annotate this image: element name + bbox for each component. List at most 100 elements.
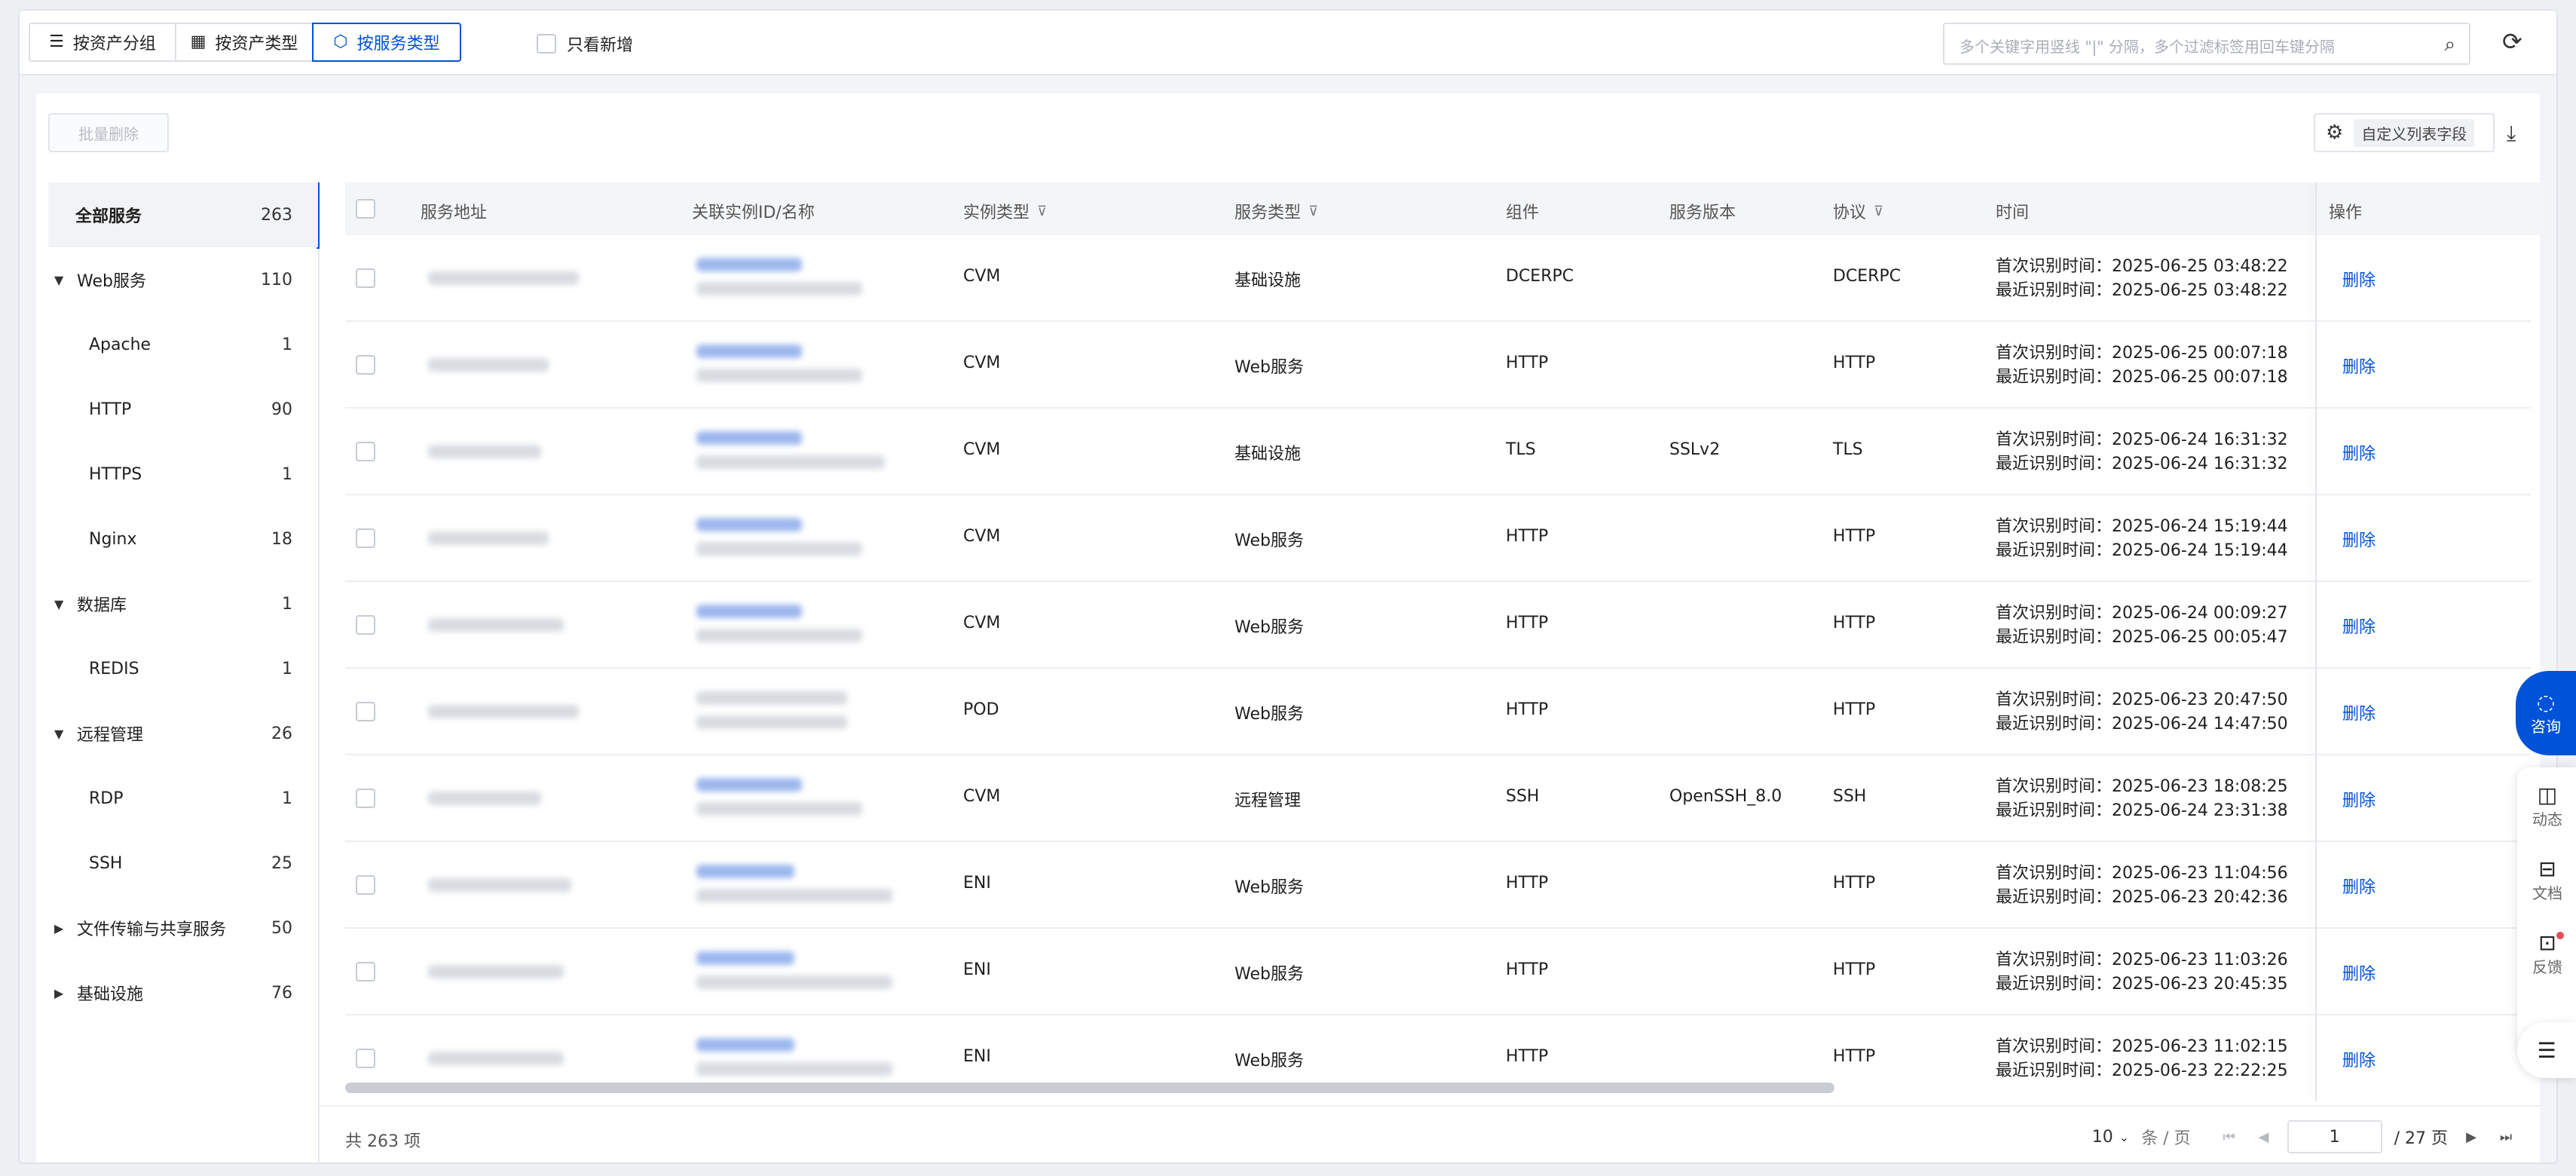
time-cell: 首次识别时间：2025-06-24 16:31:32 最近识别时间：2025-06… [1996, 428, 2288, 476]
instance-type: CVM [963, 354, 1001, 372]
tab-by-asset-group[interactable]: ☰ 按资产分组 [29, 23, 176, 62]
row-checkbox[interactable] [356, 789, 375, 808]
row-checkbox[interactable] [356, 615, 375, 635]
consult-button[interactable]: ◌ 咨询 [2516, 671, 2576, 755]
sidebar-item-nginx[interactable]: Nginx 18 [48, 507, 318, 571]
redacted-instance-id[interactable] [696, 518, 802, 531]
service-type: Web服务 [1234, 358, 1304, 377]
sidebar-item-ssh[interactable]: SSH 25 [48, 831, 318, 896]
download-icon[interactable]: ⤓ [2507, 121, 2516, 146]
sidebar-item-all-services[interactable]: 全部服务 263 [48, 182, 318, 247]
sidebar-item-infrastructure[interactable]: ▶ 基础设施 76 [48, 960, 318, 1025]
redacted-instance-name [696, 629, 862, 642]
row-checkbox[interactable] [356, 268, 375, 288]
sidebar-item-https[interactable]: HTTPS 1 [48, 442, 318, 507]
redacted-address [428, 792, 541, 805]
row-checkbox[interactable] [356, 702, 375, 721]
delete-link[interactable]: 删除 [2342, 354, 2376, 378]
current-page: 1 [2329, 1127, 2340, 1147]
sidebar-item-web-services[interactable]: ▼ Web服务 110 [48, 247, 318, 312]
redacted-instance-id[interactable] [696, 865, 794, 878]
protocol: SSH [1833, 787, 1867, 806]
tab-by-service-type[interactable]: ⬡ 按服务类型 [312, 23, 461, 62]
row-checkbox[interactable] [356, 962, 375, 982]
delete-link[interactable]: 删除 [2342, 614, 2376, 638]
col-label: 操作 [2329, 204, 2363, 222]
row-checkbox[interactable] [356, 875, 375, 895]
row-checkbox[interactable] [356, 355, 375, 375]
instance-type: ENI [963, 1047, 991, 1066]
filter-icon[interactable]: ⊽ [1037, 204, 1047, 219]
select-all-checkbox-wrap[interactable] [356, 199, 375, 219]
sidebar-item-count: 50 [271, 918, 292, 938]
sidebar-item-remote-management[interactable]: ▼ 远程管理 26 [48, 701, 318, 766]
redacted-instance-id[interactable] [696, 431, 802, 445]
redacted-instance-id[interactable] [696, 605, 802, 618]
page-size-value: 10 [2091, 1127, 2113, 1147]
content-area: 批量删除 ⚙ 自定义列表字段 ⤓ 全部服务 263 ▼ Web服务 110 Ap… [20, 75, 2556, 1162]
delete-link[interactable]: 删除 [2342, 440, 2376, 464]
select-all-checkbox[interactable] [356, 199, 375, 219]
service-type: Web服务 [1234, 618, 1304, 637]
delete-link[interactable]: 删除 [2342, 874, 2376, 898]
instance-type: CVM [963, 527, 1001, 546]
redacted-instance-id[interactable] [696, 1038, 794, 1052]
expand-down-icon[interactable]: ▼ [54, 273, 63, 287]
sidebar-item-redis[interactable]: REDIS 1 [48, 636, 318, 701]
sidebar-item-database[interactable]: ▼ 数据库 1 [48, 571, 318, 636]
time-cell: 首次识别时间：2025-06-23 11:02:15 最近识别时间：2025-06… [1996, 1035, 2288, 1083]
sidebar-item-count: 25 [271, 853, 292, 873]
delete-link[interactable]: 删除 [2342, 700, 2376, 724]
row-checkbox[interactable] [356, 442, 375, 461]
sidebar-item-rdp[interactable]: RDP 1 [48, 766, 318, 831]
custom-columns-button[interactable]: ⚙ 自定义列表字段 [2314, 113, 2495, 152]
page-size-select[interactable]: 10 ⌄ [2092, 1128, 2129, 1147]
delete-link[interactable]: 删除 [2342, 960, 2376, 985]
component: HTTP [1506, 614, 1549, 632]
refresh-icon[interactable]: ⟳ [2502, 27, 2522, 56]
row-checkbox[interactable] [356, 1049, 375, 1068]
feedback-button[interactable]: ⊡ 反馈 [2517, 930, 2576, 977]
redacted-instance-id[interactable] [696, 951, 794, 965]
redacted-instance-id[interactable] [696, 258, 802, 271]
sidebar-item-file-transfer[interactable]: ▶ 文件传输与共享服务 50 [48, 896, 318, 960]
only-new-checkbox[interactable] [537, 34, 556, 54]
redacted-instance-id[interactable] [696, 778, 802, 792]
redacted-instance-name [696, 975, 892, 989]
news-label: 动态 [2532, 810, 2562, 828]
news-button[interactable]: ◫ 动态 [2517, 782, 2576, 829]
horizontal-scrollbar[interactable] [345, 1083, 1834, 1093]
prev-page-icon[interactable]: ◀ [2253, 1129, 2275, 1145]
expand-down-icon[interactable]: ▼ [54, 597, 63, 611]
search-icon[interactable]: ⌕ [2444, 33, 2455, 57]
expand-right-icon[interactable]: ▶ [54, 921, 63, 936]
more-menu-button[interactable]: ☰ [2517, 1022, 2576, 1078]
redacted-instance-id[interactable] [696, 345, 802, 358]
sidebar-item-count: 263 [261, 205, 292, 225]
filter-icon[interactable]: ⊽ [1308, 204, 1318, 219]
expand-right-icon[interactable]: ▶ [54, 986, 63, 1000]
service-category-sidebar: 全部服务 263 ▼ Web服务 110 Apache 1 HTTP 90 HT… [48, 182, 320, 1162]
first-page-icon[interactable]: ⏮ [2218, 1129, 2241, 1145]
next-page-icon[interactable]: ▶ [2460, 1129, 2483, 1145]
floating-tools-panel: ◫ 动态 ⊟ 文档 ⊡ 反馈 [2517, 767, 2576, 1052]
last-page-icon[interactable]: ⏭ [2495, 1129, 2517, 1145]
col-component: 组件 [1506, 199, 1539, 223]
page-number-input[interactable]: 1 [2287, 1120, 2382, 1153]
redacted-instance-name [696, 715, 847, 729]
row-checkbox[interactable] [356, 528, 375, 548]
expand-down-icon[interactable]: ▼ [54, 727, 63, 741]
sidebar-item-apache[interactable]: Apache 1 [48, 312, 318, 377]
docs-button[interactable]: ⊟ 文档 [2517, 856, 2576, 903]
redacted-address [428, 445, 541, 458]
sidebar-item-http[interactable]: HTTP 90 [48, 377, 318, 442]
delete-link[interactable]: 删除 [2342, 267, 2376, 291]
delete-link[interactable]: 删除 [2342, 1047, 2376, 1071]
tab-by-asset-type[interactable]: ▦ 按资产类型 [175, 23, 314, 62]
delete-link[interactable]: 删除 [2342, 527, 2376, 551]
filter-icon[interactable]: ⊽ [1874, 204, 1883, 219]
batch-delete-button[interactable]: 批量删除 [48, 113, 169, 152]
only-new-toggle[interactable]: 只看新增 [537, 32, 633, 56]
search-input[interactable]: 多个关键字用竖线 "|" 分隔，多个过滤标签用回车键分隔 ⌕ [1943, 23, 2470, 65]
delete-link[interactable]: 删除 [2342, 787, 2376, 811]
